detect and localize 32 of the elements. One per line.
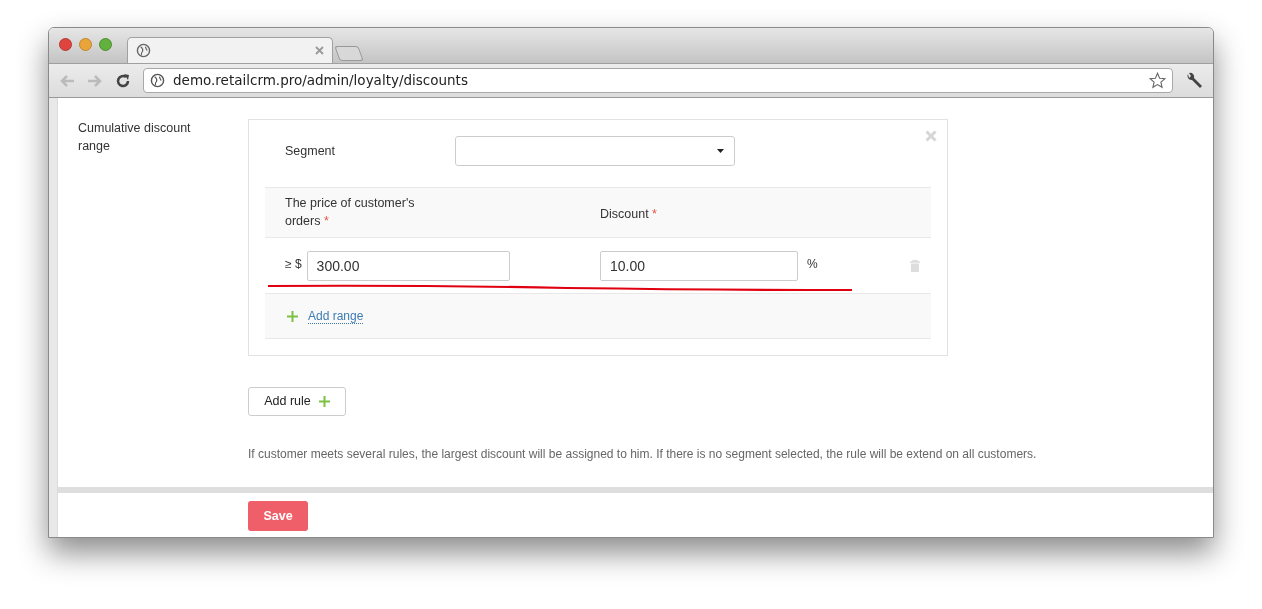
close-icon[interactable]: [925, 130, 937, 142]
new-tab-button[interactable]: [334, 46, 364, 61]
add-range-link[interactable]: Add range: [308, 308, 364, 324]
plus-icon: [287, 310, 298, 322]
plus-icon: [318, 396, 330, 407]
column-header: Discount *: [600, 205, 657, 223]
back-arrow-icon[interactable]: [59, 73, 75, 88]
field-label: Cumulative discount range: [78, 120, 192, 155]
help-text: If customer meets several rules, the largest discount will be assigned to him. If there is no segment selected, the rule will be extend on all customers.: [248, 446, 1037, 463]
address-bar[interactable]: demo.retailcrm.pro/admin/loyalty/discounts: [143, 68, 1173, 93]
column-header: The price of customer's orders *: [285, 194, 416, 230]
trash-icon[interactable]: [910, 259, 920, 272]
url-text: demo.retailcrm.pro/admin/loyalty/discounts: [173, 71, 469, 91]
close-window-icon[interactable]: [59, 38, 72, 51]
unit-label: %: [807, 255, 818, 273]
reload-icon[interactable]: [115, 72, 131, 89]
zoom-window-icon[interactable]: [99, 38, 112, 51]
segment-select[interactable]: [455, 136, 735, 166]
discount-input[interactable]: 10.00: [600, 250, 798, 281]
minimize-window-icon[interactable]: [79, 38, 92, 51]
close-tab-icon[interactable]: [315, 46, 324, 55]
wrench-icon[interactable]: [1185, 71, 1203, 90]
price-input[interactable]: 300.00: [306, 250, 510, 281]
browser-tab[interactable]: [127, 37, 333, 63]
star-icon[interactable]: [1149, 72, 1166, 89]
globe-icon: [150, 73, 165, 88]
add-rule-button[interactable]: Add rule: [248, 387, 346, 416]
forward-arrow-icon[interactable]: [87, 73, 103, 88]
globe-icon: [136, 43, 151, 58]
caret-icon: [717, 149, 724, 153]
range-prefix: ≥ $: [285, 255, 302, 273]
segment-label: Segment: [285, 142, 337, 160]
